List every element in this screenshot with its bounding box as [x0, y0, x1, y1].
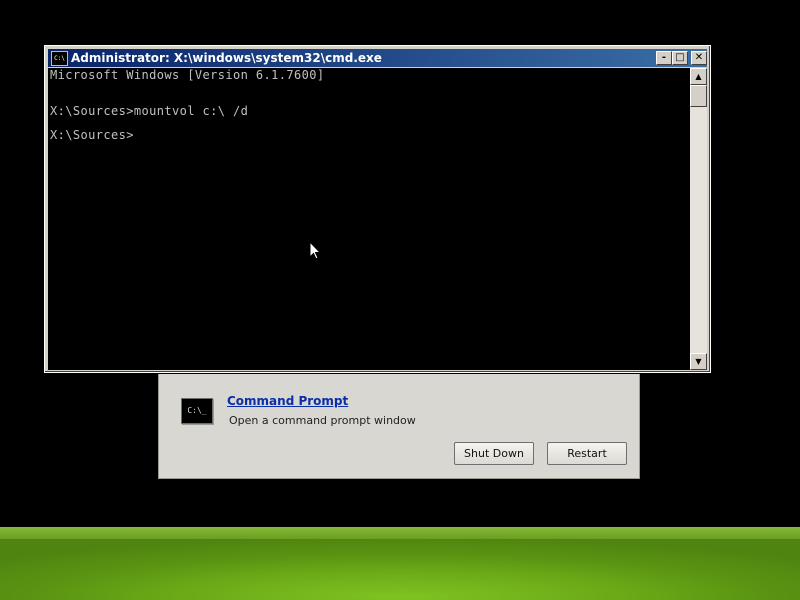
close-button[interactable]: ✕ — [691, 51, 707, 65]
cmd-window-icon[interactable]: C:\ — [51, 51, 68, 66]
cmd-titlebar[interactable]: C:\ Administrator: X:\windows\system32\c… — [48, 49, 707, 67]
maximize-button[interactable]: □ — [672, 51, 688, 65]
console-line-prompt: X:\Sources> — [50, 128, 134, 142]
restart-button[interactable]: Restart — [547, 442, 627, 465]
console-line-command: X:\Sources>mountvol c:\ /d — [50, 104, 249, 118]
cmd-window[interactable]: C:\ Administrator: X:\windows\system32\c… — [44, 45, 711, 373]
command-prompt-description: Open a command prompt window — [229, 414, 416, 427]
cmd-window-title: Administrator: X:\windows\system32\cmd.e… — [71, 51, 382, 65]
desktop-background-edge — [0, 527, 800, 539]
system-recovery-dialog: C:\_ Command Prompt Open a command promp… — [158, 368, 640, 479]
shut-down-button[interactable]: Shut Down — [454, 442, 534, 465]
vertical-scrollbar[interactable]: ▲ ▼ — [690, 68, 707, 370]
command-prompt-icon[interactable]: C:\_ — [181, 398, 213, 424]
console-output[interactable]: Microsoft Windows [Version 6.1.7600] X:\… — [48, 68, 690, 370]
command-prompt-link[interactable]: Command Prompt — [227, 394, 348, 408]
scroll-up-arrow-icon[interactable]: ▲ — [690, 68, 707, 85]
mouse-pointer-icon — [309, 241, 321, 260]
scroll-down-arrow-icon[interactable]: ▼ — [690, 353, 707, 370]
console-line-version: Microsoft Windows [Version 6.1.7600] — [50, 68, 325, 82]
minimize-button[interactable]: - — [656, 51, 672, 65]
scrollbar-thumb[interactable] — [690, 85, 707, 107]
